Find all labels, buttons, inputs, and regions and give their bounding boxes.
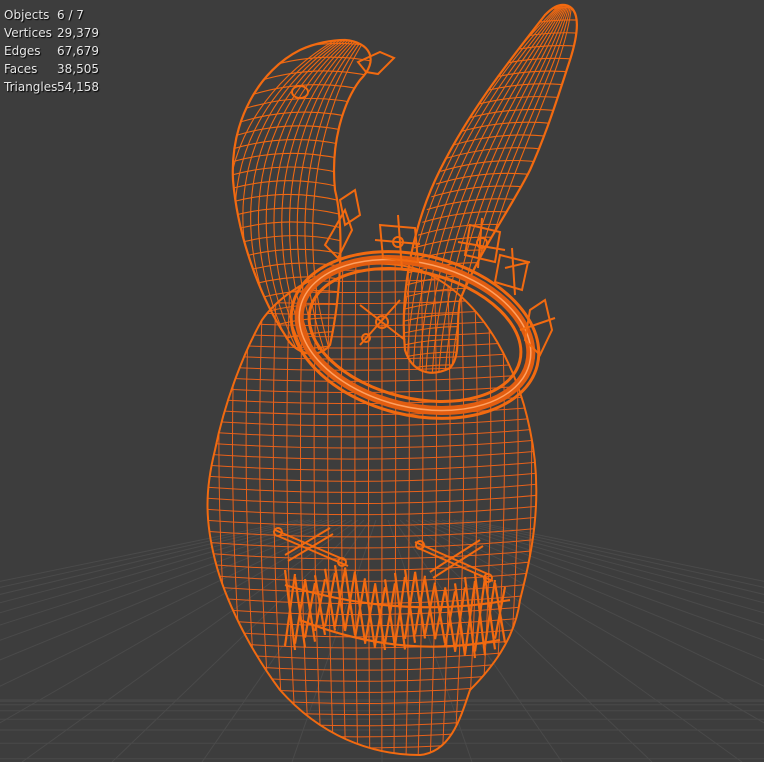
stat-objects: Objects 6 / 7 [4,6,99,24]
statistics-overlay: Objects 6 / 7 Vertices 29,379 Edges 67,6… [4,6,99,96]
stat-triangles: Triangles 54,158 [4,78,99,96]
stat-value: 67,679 [57,44,99,58]
stat-label: Faces [4,62,38,76]
stat-value: 29,379 [57,26,99,40]
viewport-canvas[interactable] [0,0,764,762]
stat-vertices: Vertices 29,379 [4,24,99,42]
3d-viewport[interactable]: Objects 6 / 7 Vertices 29,379 Edges 67,6… [0,0,764,762]
stat-value: 38,505 [57,62,99,76]
stat-label: Edges [4,44,41,58]
stat-label: Triangles [4,80,58,94]
stat-faces: Faces 38,505 [4,60,99,78]
right-horn-mesh[interactable] [377,3,625,376]
stat-label: Vertices [4,26,52,40]
crown-ring-mesh[interactable] [273,188,556,443]
stat-value: 54,158 [57,80,99,94]
head-mesh[interactable] [190,250,560,760]
stat-edges: Edges 67,679 [4,42,99,60]
left-horn-mesh[interactable] [225,38,403,355]
stat-value: 6 / 7 [57,8,84,22]
stat-label: Objects [4,8,50,22]
